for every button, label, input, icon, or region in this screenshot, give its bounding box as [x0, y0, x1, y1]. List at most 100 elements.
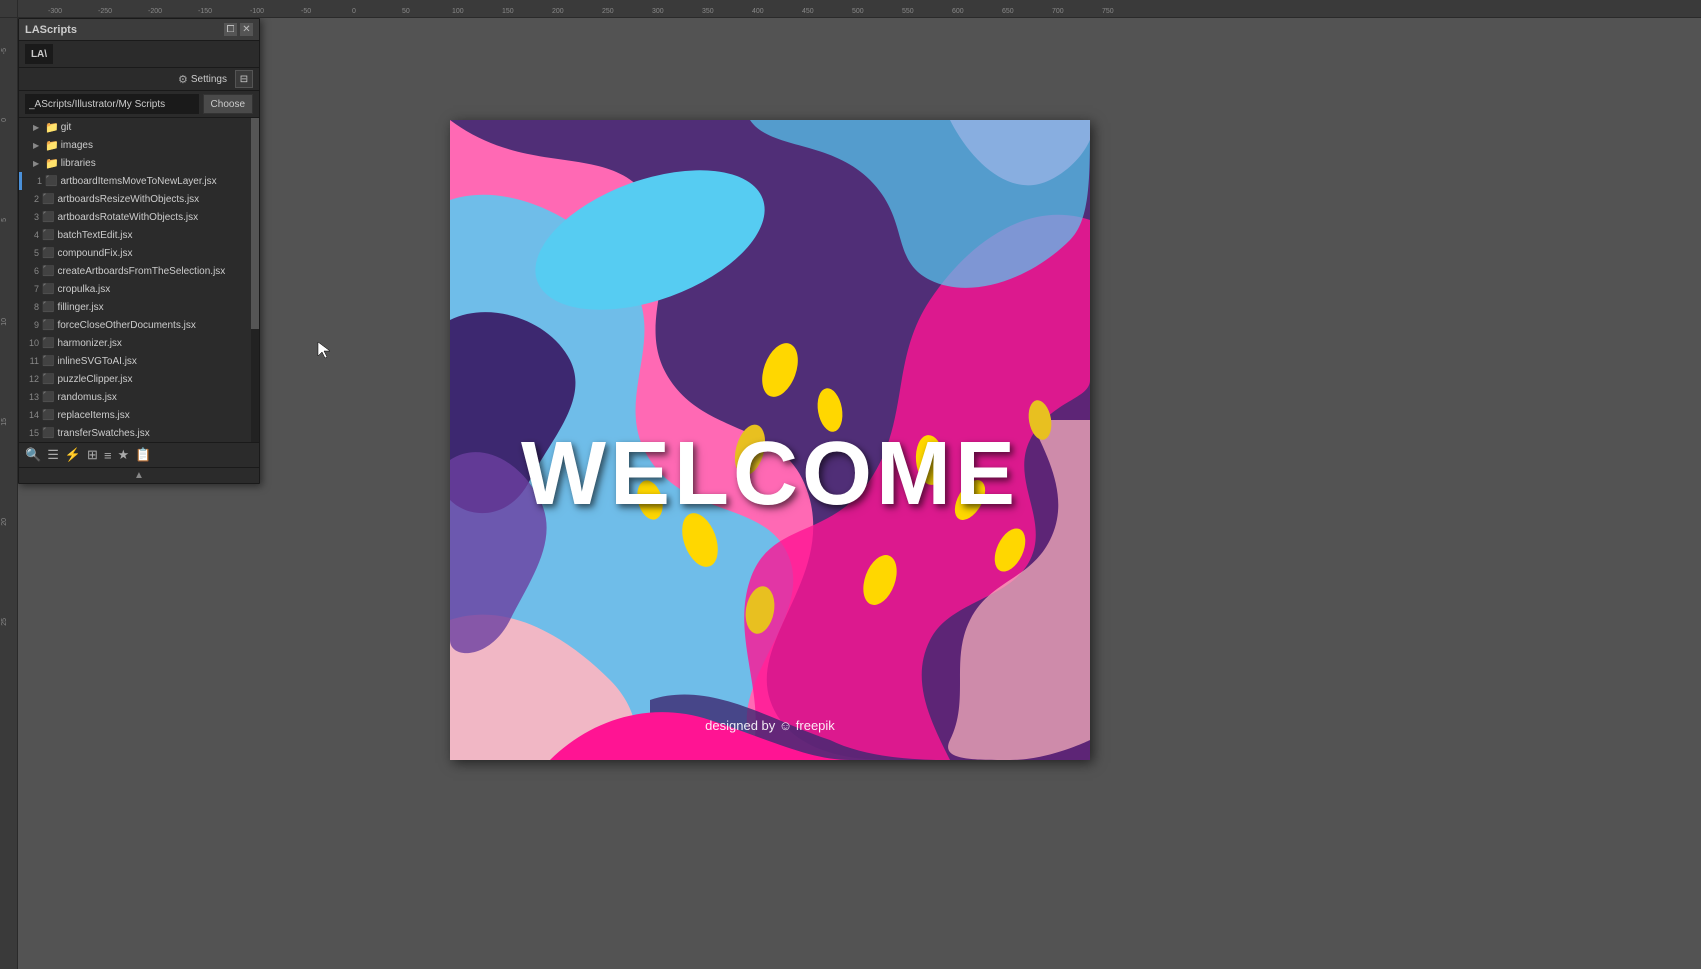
ruler-mark: -50 [301, 8, 311, 15]
choose-button[interactable]: Choose [203, 94, 253, 114]
jsx-icon: ⬛ [45, 176, 57, 187]
ruler-v-mark: 15 [1, 418, 8, 426]
panel-settings-row: ⚙ Settings ⊟ [19, 68, 259, 91]
artwork-svg: WELCOME designed by ☺ freepik [450, 120, 1090, 760]
file-item-4[interactable]: 4 ⬛ batchTextEdit.jsx [19, 226, 259, 244]
ruler-mark: 650 [1002, 8, 1014, 15]
file-item-7[interactable]: 7 ⬛ cropulka.jsx [19, 280, 259, 298]
ruler-mark: -200 [148, 8, 162, 15]
canvas-area: WELCOME designed by ☺ freepik LAScripts … [18, 18, 1701, 969]
file-name: replaceItems.jsx [57, 410, 255, 421]
panel-close-button[interactable]: ✕ [240, 23, 253, 36]
file-number: 2 [23, 194, 39, 204]
ruler-mark: -100 [250, 8, 264, 15]
folder-name: libraries [61, 158, 96, 169]
folder-item-libraries[interactable]: ▶ 📁 libraries [19, 154, 259, 172]
folder-icon: 📁 [45, 121, 59, 134]
lascripts-panel: LAScripts ⧠ ✕ LA\ ⚙ Settings ⊟ Choose [18, 18, 260, 484]
file-name: batchTextEdit.jsx [57, 230, 255, 241]
scrollbar-thumb[interactable] [251, 118, 259, 329]
list-bottom-button[interactable]: ☰ [47, 447, 59, 463]
ruler-mark: 300 [652, 8, 664, 15]
panel-extra-button[interactable]: ⊟ [235, 70, 253, 88]
star-bottom-button[interactable]: ★ [118, 447, 130, 463]
ruler-mark: -300 [48, 8, 62, 15]
cursor-arrow [316, 340, 336, 360]
ruler-mark: 550 [902, 8, 914, 15]
panel-logo-row: LA\ [19, 41, 259, 68]
panel-collapse-bar[interactable]: ▲ [19, 467, 259, 483]
file-item-2[interactable]: 2 ⬛ artboardsResizeWithObjects.jsx [19, 190, 259, 208]
ruler-mark: 450 [802, 8, 814, 15]
file-item-15[interactable]: 15 ⬛ transferSwatches.jsx [19, 424, 259, 442]
chevron-right-icon: ▶ [33, 159, 43, 168]
ruler-v-mark: 5 [1, 218, 8, 222]
ruler-mark: 600 [952, 8, 964, 15]
file-item-9[interactable]: 9 ⬛ forceCloseOtherDocuments.jsx [19, 316, 259, 334]
file-name: fillinger.jsx [57, 302, 255, 313]
settings-button[interactable]: ⚙ Settings [174, 71, 231, 88]
file-item-3[interactable]: 3 ⬛ artboardsRotateWithObjects.jsx [19, 208, 259, 226]
panel-titlebar: LAScripts ⧠ ✕ [19, 19, 259, 41]
file-item-14[interactable]: 14 ⬛ replaceItems.jsx [19, 406, 259, 424]
ruler-mark: 150 [502, 8, 514, 15]
jsx-icon: ⬛ [42, 320, 54, 331]
ruler-left: -5 0 5 10 15 20 25 [0, 18, 18, 969]
ruler-mark: 500 [852, 8, 864, 15]
jsx-icon: ⬛ [42, 248, 54, 259]
path-input[interactable] [25, 94, 199, 114]
panel-minimize-button[interactable]: ⧠ [224, 23, 237, 36]
jsx-icon: ⬛ [42, 212, 54, 223]
file-item-13[interactable]: 13 ⬛ randomus.jsx [19, 388, 259, 406]
jsx-icon: ⬛ [42, 338, 54, 349]
jsx-icon: ⬛ [42, 392, 54, 403]
file-number: 14 [23, 410, 39, 420]
jsx-icon: ⬛ [42, 374, 54, 385]
ruler-mark: 0 [352, 8, 356, 15]
gear-icon: ⚙ [178, 73, 188, 86]
layers-bottom-button[interactable]: ≡ [104, 448, 112, 463]
file-item-12[interactable]: 12 ⬛ puzzleClipper.jsx [19, 370, 259, 388]
folder-item-git[interactable]: ▶ 📁 git [19, 118, 259, 136]
file-number: 15 [23, 428, 39, 438]
file-list[interactable]: ▶ 📁 git ▶ 📁 images ▶ 📁 libraries 1 [19, 118, 259, 442]
ruler-mark: 350 [702, 8, 714, 15]
file-number: 9 [23, 320, 39, 330]
file-item-11[interactable]: 11 ⬛ inlineSVGToAI.jsx [19, 352, 259, 370]
file-name: harmonizer.jsx [57, 338, 255, 349]
file-name: puzzleClipper.jsx [57, 374, 255, 385]
ruler-mark: 750 [1102, 8, 1114, 15]
grid-bottom-button[interactable]: ⊞ [87, 447, 98, 463]
svg-text:WELCOME: WELCOME [521, 424, 1019, 524]
ruler-mark: -250 [98, 8, 112, 15]
file-item-6[interactable]: 6 ⬛ createArtboardsFromTheSelection.jsx [19, 262, 259, 280]
search-bottom-button[interactable]: 🔍 [25, 447, 41, 463]
folder-item-images[interactable]: ▶ 📁 images [19, 136, 259, 154]
folder-icon: 📁 [45, 139, 59, 152]
file-item-5[interactable]: 5 ⬛ compoundFix.jsx [19, 244, 259, 262]
list-scrollbar[interactable] [251, 118, 259, 442]
history-bottom-button[interactable]: 📋 [135, 447, 151, 463]
file-item-8[interactable]: 8 ⬛ fillinger.jsx [19, 298, 259, 316]
file-name: createArtboardsFromTheSelection.jsx [57, 266, 255, 277]
file-number: 11 [23, 356, 39, 366]
jsx-icon: ⬛ [42, 194, 54, 205]
file-name: artboardItemsMoveToNewLayer.jsx [60, 176, 255, 187]
chevron-right-icon: ▶ [33, 123, 43, 132]
file-item-10[interactable]: 10 ⬛ harmonizer.jsx [19, 334, 259, 352]
ruler-v-mark: -5 [1, 48, 8, 54]
ruler-mark: 50 [402, 8, 410, 15]
file-number: 8 [23, 302, 39, 312]
file-name: artboardsRotateWithObjects.jsx [57, 212, 255, 223]
file-item-1[interactable]: 1 ⬛ artboardItemsMoveToNewLayer.jsx [19, 172, 259, 190]
file-name: artboardsResizeWithObjects.jsx [57, 194, 255, 205]
file-number: 3 [23, 212, 39, 222]
ruler-corner [0, 0, 18, 18]
ruler-v-mark: 25 [1, 618, 8, 626]
file-name: cropulka.jsx [57, 284, 255, 295]
folder-name: images [61, 140, 93, 151]
lightning-bottom-button[interactable]: ⚡ [65, 447, 81, 463]
ruler-mark: 700 [1052, 8, 1064, 15]
file-number: 7 [23, 284, 39, 294]
ruler-v-mark: 20 [1, 518, 8, 526]
